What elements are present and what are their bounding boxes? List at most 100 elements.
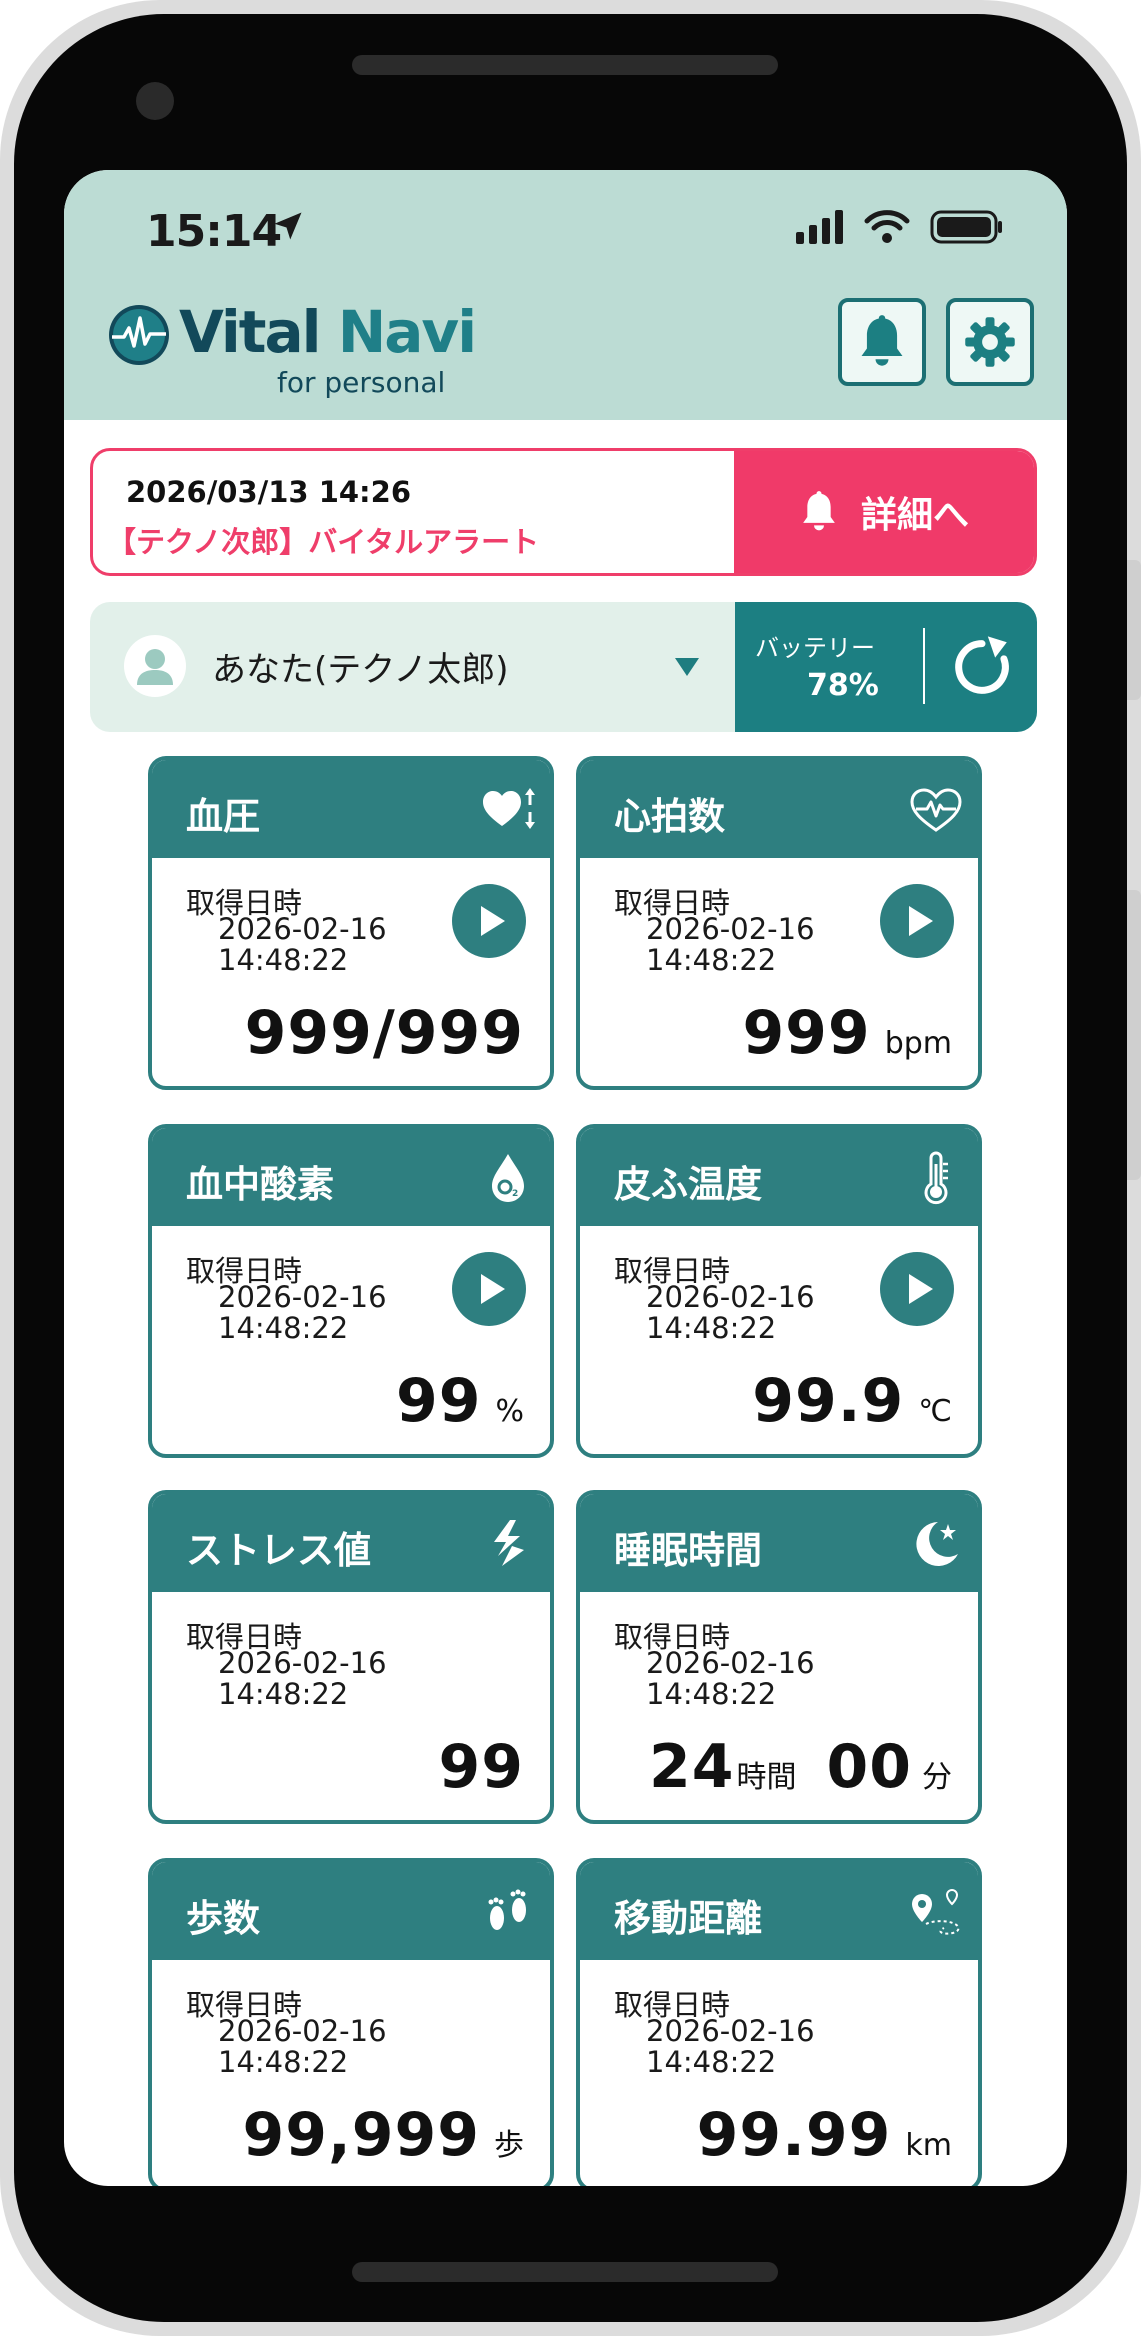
oxygen-drop-icon: 2 [492, 1154, 524, 1202]
value-unit: % [495, 1394, 524, 1429]
home-bar [352, 2262, 778, 2282]
card-distance[interactable]: 移動距離 取得日時 2026-02-16 14:48:22 99.99 km [576, 1858, 982, 2186]
bell-icon [861, 315, 903, 366]
status-time: 15:14 [146, 206, 282, 257]
card-title: 血中酸素 [186, 1163, 334, 1206]
card-title: 睡眠時間 [614, 1529, 762, 1572]
card-steps[interactable]: 歩数 取得日時 2026-02-16 14:48:22 99,999 歩 [148, 1858, 554, 2186]
app-header: 15:14 Vital Navi for personal [64, 170, 1067, 420]
timestamp-time: 14:48:22 [218, 1311, 349, 1345]
notification-button[interactable] [838, 298, 926, 386]
refresh-icon[interactable] [947, 632, 1017, 702]
app-logo-text: Vital Navi [179, 298, 477, 366]
user-name: あなた(テクノ太郎) [212, 650, 509, 690]
timestamp-date: 2026-02-16 [646, 912, 815, 946]
timestamp-date: 2026-02-16 [646, 1280, 815, 1314]
play-button[interactable] [452, 1252, 526, 1326]
timestamp-date: 2026-02-16 [218, 1646, 387, 1680]
value-number: 99 [395, 1366, 482, 1436]
app-screen: 15:14 Vital Navi for personal 2026/03/13… [64, 170, 1067, 2186]
card-title: 皮ふ温度 [614, 1163, 762, 1206]
timestamp-time: 14:48:22 [646, 1677, 777, 1711]
card-blood-pressure[interactable]: 血圧 取得日時 2026-02-16 14:48:22 999/999 [148, 756, 554, 1090]
value-number: 999/999 [244, 998, 524, 1068]
footprints-icon [488, 1889, 526, 1930]
play-button[interactable] [880, 1252, 954, 1326]
card-header: ストレス値 [152, 1494, 550, 1592]
card-header: 心拍数 [580, 760, 978, 858]
bell-icon [803, 491, 835, 531]
timestamp-time: 14:48:22 [218, 943, 349, 977]
value-hours: 24 [649, 1732, 735, 1802]
settings-button[interactable] [946, 298, 1034, 386]
value-number: 999 [742, 998, 871, 1068]
card-title: 心拍数 [614, 795, 725, 838]
play-icon [481, 906, 505, 936]
card-value: 99 % [396, 1366, 524, 1436]
heart-arrows-icon [483, 788, 535, 829]
alert-detail-label: 詳細へ [860, 495, 969, 536]
timestamp-time: 14:48:22 [218, 2045, 349, 2079]
card-value: 99.9 ℃ [752, 1366, 952, 1436]
card-sleep-time[interactable]: 睡眠時間 取得日時 2026-02-16 14:48:22 24 時間 00 分 [576, 1490, 982, 1824]
speaker-grille [352, 55, 778, 75]
timestamp-time: 14:48:22 [646, 2045, 777, 2079]
card-skin-temperature[interactable]: 皮ふ温度 取得日時 2026-02-16 14:48:22 99.9 ℃ [576, 1124, 982, 1458]
value-number: 99 [438, 1732, 524, 1802]
timestamp-date: 2026-02-16 [218, 2014, 387, 2048]
map-route-icon [912, 1888, 960, 1935]
avatar [124, 635, 186, 697]
dropdown-arrow-icon[interactable] [675, 658, 699, 676]
side-button [1127, 890, 1141, 1180]
value-hours-unit: 時間 [736, 1760, 797, 1795]
value-minutes-unit: 分 [922, 1760, 952, 1795]
card-header: 移動距離 [580, 1862, 978, 1960]
moon-star-icon [916, 1522, 958, 1566]
card-title: 血圧 [186, 795, 260, 838]
timestamp-time: 14:48:22 [218, 1677, 349, 1711]
value-number: 99,999 [242, 2100, 480, 2170]
card-header: 血圧 [152, 760, 550, 858]
card-heart-rate[interactable]: 心拍数 取得日時 2026-02-16 14:48:22 999 bpm [576, 756, 982, 1090]
value-number: 99.9 [752, 1366, 905, 1436]
signal-icon [796, 210, 843, 244]
timestamp-date: 2026-02-16 [646, 2014, 815, 2048]
timestamp-date: 2026-02-16 [646, 1646, 815, 1680]
heart-pulse-icon [910, 788, 962, 832]
lightning-icon [494, 1520, 524, 1566]
timestamp-time: 14:48:22 [646, 1311, 777, 1345]
timestamp-date: 2026-02-16 [218, 912, 387, 946]
front-camera [136, 82, 174, 120]
play-icon [909, 906, 933, 936]
value-number: 99.99 [696, 2100, 892, 2170]
card-value: 999 bpm [742, 998, 952, 1068]
value-unit: km [905, 2128, 952, 2163]
vital-navi-logo-icon [109, 305, 169, 365]
play-button[interactable] [452, 884, 526, 958]
play-icon [909, 1274, 933, 1304]
card-title: 移動距離 [614, 1897, 762, 1940]
value-unit: 歩 [494, 2128, 524, 2163]
card-value: 999/999 [245, 998, 524, 1068]
battery-value: 78% [807, 668, 879, 703]
gear-icon [965, 317, 1015, 367]
card-value: 99.99 km [697, 2100, 952, 2170]
card-header: 歩数 [152, 1862, 550, 1960]
play-icon [481, 1274, 505, 1304]
card-header: 皮ふ温度 [580, 1128, 978, 1226]
card-value: 99,999 歩 [242, 2100, 524, 2170]
alert-detail-button[interactable]: 詳細へ [734, 451, 1034, 573]
vital-alert-banner[interactable]: 2026/03/13 14:26 【テクノ次郎】バイタルアラート 詳細へ [90, 448, 1037, 576]
card-blood-oxygen[interactable]: 血中酸素 2 取得日時 2026-02-16 14:48:22 99 % [148, 1124, 554, 1458]
card-value: 24 時間 00 分 [649, 1732, 952, 1802]
play-button[interactable] [880, 884, 954, 958]
side-button [1127, 560, 1141, 700]
value-unit: ℃ [918, 1394, 952, 1429]
user-selector[interactable]: あなた(テクノ太郎) バッテリー 78% [90, 602, 1037, 732]
alert-datetime: 2026/03/13 14:26 [126, 475, 412, 509]
card-stress[interactable]: ストレス値 取得日時 2026-02-16 14:48:22 99 [148, 1490, 554, 1824]
card-value: 99 [439, 1732, 525, 1802]
alert-message: 【テクノ次郎】バイタルアラート [107, 525, 540, 559]
battery-label: バッテリー [755, 634, 875, 662]
wifi-icon [864, 210, 910, 243]
